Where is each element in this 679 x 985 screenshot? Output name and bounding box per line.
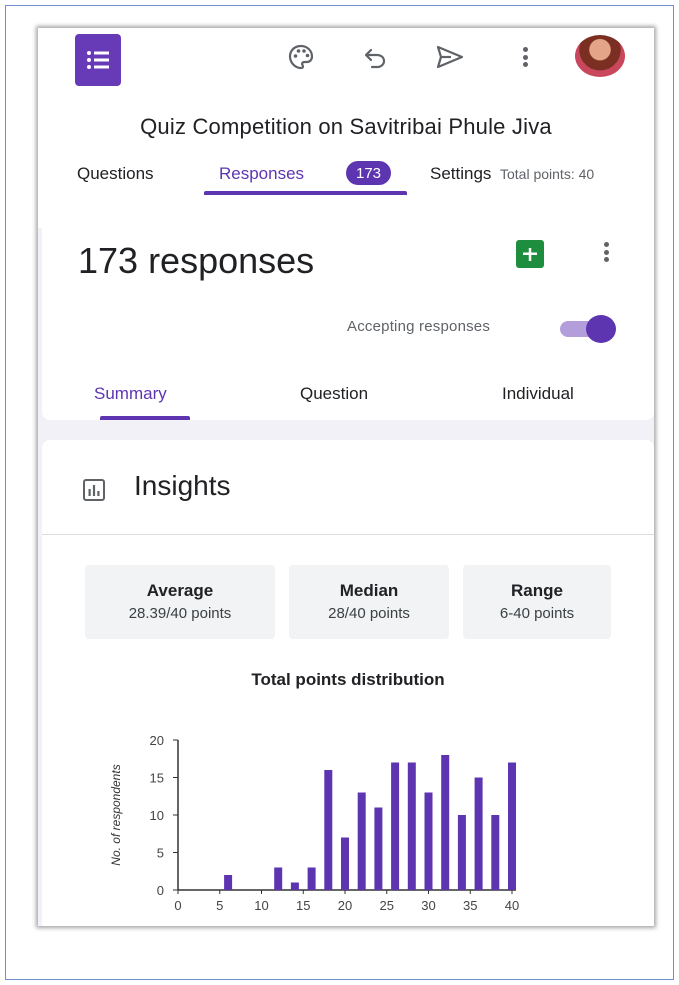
x-tick-label: 25 [380, 898, 394, 913]
tab-questions[interactable]: Questions [77, 164, 154, 184]
chart-bar [357, 792, 366, 890]
y-axis-label: No. of respondents [109, 764, 123, 865]
insights-card: Insights Average 28.39/40 points Median … [42, 440, 654, 926]
insights-divider [42, 534, 654, 535]
points-distribution-chart: 0 5 10 15 20 0 5 10 15 20 25 30 35 40 No. of responden… [109, 733, 519, 913]
undo-icon[interactable] [358, 40, 392, 74]
toggle-thumb [586, 315, 616, 343]
median-value: 28/40 points [328, 605, 410, 622]
accepting-responses-label: Accepting responses [347, 318, 491, 335]
chart-bar [224, 875, 233, 890]
responses-count-badge: 173 [346, 161, 391, 185]
y-tick-label: 5 [157, 846, 164, 861]
chart-title: Total points distribution [251, 670, 445, 689]
google-sheets-icon[interactable] [516, 240, 544, 268]
average-label: Average [146, 581, 214, 600]
median-label: Median [339, 581, 399, 600]
y-tick-label: 0 [157, 883, 164, 898]
range-label: Range [511, 581, 563, 600]
responses-more-icon[interactable] [595, 238, 617, 266]
chart-bar [274, 867, 283, 890]
chart-bar [474, 777, 483, 890]
chart-bar [290, 882, 299, 890]
average-value: 28.39/40 points [128, 605, 232, 622]
average-stat: Average 28.39/40 points [85, 565, 275, 639]
avatar[interactable] [575, 35, 625, 77]
form-title: Quiz Competition on Savitribai Phule Jiv… [140, 114, 552, 139]
median-stat: Median 28/40 points [289, 565, 449, 639]
subtab-individual[interactable]: Individual [502, 384, 574, 404]
y-tick-label: 20 [150, 733, 164, 748]
subtab-question[interactable]: Question [300, 384, 368, 404]
subtab-summary[interactable]: Summary [94, 384, 167, 404]
active-tab-indicator [204, 191, 407, 195]
accepting-responses-toggle[interactable] [558, 315, 616, 343]
chart-bar [441, 755, 450, 890]
chart-bar [424, 792, 433, 890]
x-tick-label: 30 [421, 898, 435, 913]
tab-settings[interactable]: Settings [430, 164, 504, 184]
total-points-label: Total points: 40 [500, 166, 595, 182]
chart-bar [374, 807, 383, 890]
chart-bar [457, 815, 466, 890]
insights-title: Insights [134, 470, 231, 501]
range-stat: Range 6-40 points [463, 565, 611, 639]
insights-chart-icon [82, 478, 106, 502]
forms-logo-icon[interactable] [75, 34, 121, 86]
chart-bar [508, 762, 516, 890]
send-icon[interactable] [433, 40, 467, 74]
chart-bar [307, 867, 316, 890]
x-tick-label: 20 [338, 898, 352, 913]
y-tick-label: 15 [150, 771, 164, 786]
more-vert-icon[interactable] [514, 43, 536, 71]
app-header: Quiz Competition on Savitribai Phule Jiv… [38, 28, 654, 228]
chart-bar [324, 770, 333, 890]
responses-card: 173 responses Accepting responses Summar… [42, 212, 654, 420]
phone-screen: Quiz Competition on Savitribai Phule Jiv… [38, 28, 654, 926]
chart-bar [407, 762, 416, 890]
x-tick-label: 5 [216, 898, 223, 913]
chart-bar [491, 815, 500, 890]
chart-bar [341, 837, 349, 890]
x-tick-label: 0 [174, 898, 181, 913]
tab-responses[interactable]: Responses [219, 164, 304, 184]
x-tick-label: 35 [463, 898, 477, 913]
responses-count-heading: 173 responses [78, 240, 315, 281]
active-subtab-indicator [100, 416, 190, 420]
y-tick-label: 10 [150, 808, 164, 823]
range-value: 6-40 points [499, 605, 575, 622]
x-tick-label: 40 [505, 898, 519, 913]
x-tick-label: 10 [254, 898, 268, 913]
palette-icon[interactable] [284, 40, 318, 74]
x-tick-label: 15 [296, 898, 310, 913]
chart-bar [391, 762, 400, 890]
